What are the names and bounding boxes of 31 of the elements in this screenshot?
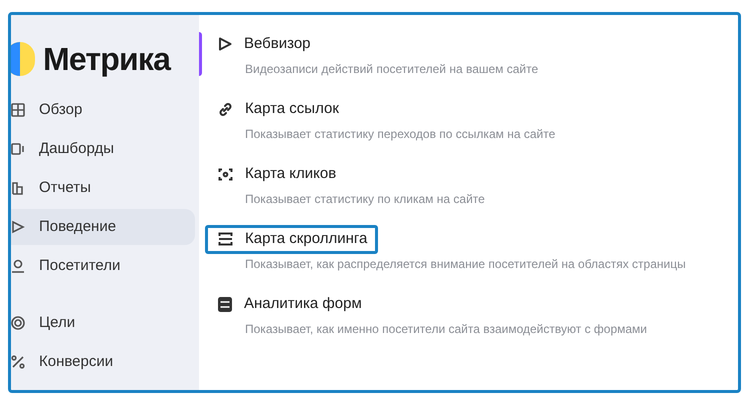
percent-icon bbox=[11, 355, 25, 369]
dashboard-icon bbox=[11, 142, 25, 156]
nav-item[interactable]: Отчеты bbox=[11, 170, 195, 206]
menu-item[interactable]: Карта кликов bbox=[205, 160, 348, 188]
link-icon bbox=[218, 102, 233, 117]
logo-icon bbox=[11, 42, 35, 76]
nav-item[interactable]: Посетители bbox=[11, 248, 195, 284]
nav-item[interactable]: Конверсии bbox=[11, 344, 195, 380]
menu-item-description: Видеозаписи действий посетителей на вашем сайте bbox=[245, 60, 540, 78]
document-icon bbox=[11, 181, 25, 195]
target-icon bbox=[218, 166, 233, 182]
menu-item[interactable]: Аналитика форм bbox=[205, 290, 373, 318]
menu-item-description: Показывает, как именно посетители сайта взаимодействуют с формами bbox=[245, 320, 648, 338]
menu-item[interactable]: Карта скроллинга bbox=[205, 225, 378, 254]
person-icon bbox=[11, 259, 25, 273]
form-icon bbox=[218, 296, 232, 312]
play-icon bbox=[11, 220, 25, 234]
menu-item-description: Показывает статистику переходов по ссылкам на сайте bbox=[245, 126, 556, 142]
nav-item[interactable]: Поведение bbox=[11, 209, 195, 245]
nav-item[interactable]: Обзор bbox=[11, 92, 195, 128]
menu-item-description: Показывает статистику по кликам на сайте bbox=[245, 190, 486, 208]
menu-item[interactable]: Карта ссылок bbox=[205, 95, 350, 124]
scroll-icon bbox=[218, 232, 233, 246]
menu-item[interactable]: Вебвизор bbox=[205, 30, 322, 58]
grid-icon bbox=[11, 103, 25, 117]
nav-item[interactable]: Цели bbox=[11, 305, 195, 341]
logo-text: Метрика bbox=[43, 40, 170, 79]
target-icon bbox=[11, 316, 25, 330]
nav-item[interactable]: Дашборды bbox=[11, 131, 195, 167]
menu-item-description: Показывает, как распределяется внимание посетителей на областях страницы bbox=[245, 256, 687, 272]
play-icon bbox=[218, 37, 232, 52]
